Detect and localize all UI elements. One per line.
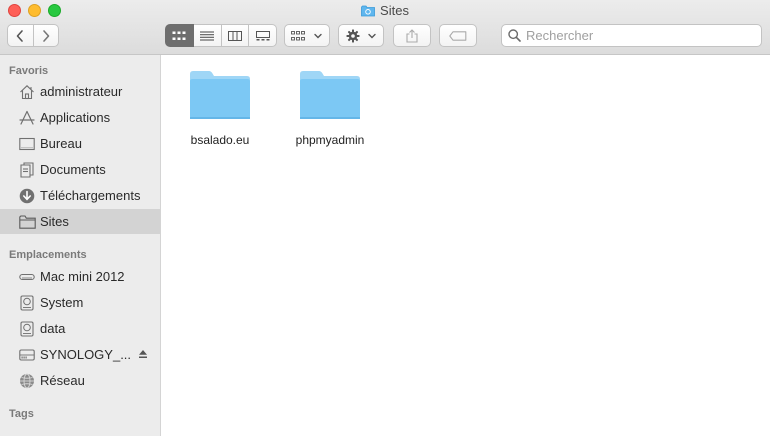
sidebar-item-telechargements[interactable]: Téléchargements [0, 183, 160, 208]
sidebar-item-label: data [40, 321, 66, 336]
sidebar-item-label: Bureau [40, 136, 82, 151]
grid-icon [172, 31, 186, 40]
sidebar-item-label: administrateur [40, 84, 123, 99]
chevron-down-icon [367, 33, 376, 38]
eject-icon[interactable] [138, 349, 148, 359]
computer-icon [18, 268, 36, 286]
disk-icon [18, 320, 36, 338]
search-field[interactable] [501, 24, 762, 47]
folder-item-phpmyadmin[interactable]: phpmyadmin [280, 69, 380, 147]
folder-icon [300, 71, 360, 119]
columns-icon [227, 30, 242, 41]
sidebar-item-synology[interactable]: SYNOLOGY_... [0, 342, 160, 367]
sidebar-item-label: Sites [40, 214, 69, 229]
folder-icon [190, 71, 250, 119]
disk-icon [18, 294, 36, 312]
share-icon [406, 28, 418, 43]
sidebar-item-label: Applications [40, 110, 111, 125]
folder-icon [18, 213, 36, 231]
home-icon [18, 83, 36, 101]
sidebar-item-label: Réseau [40, 373, 85, 388]
chevron-left-icon [16, 29, 24, 42]
file-name: bsalado.eu [190, 133, 250, 147]
sidebar-item-documents[interactable]: Documents [0, 157, 160, 182]
folder-icon [361, 5, 375, 17]
sidebar-item-label: Documents [40, 162, 106, 177]
sidebar-item-reseau[interactable]: Réseau [0, 368, 160, 393]
navigation-buttons [7, 24, 59, 47]
column-view-button[interactable] [221, 24, 250, 47]
section-title-tags: Tags [9, 408, 34, 420]
download-icon [18, 187, 36, 205]
view-mode-selector [165, 24, 277, 47]
server-icon [18, 346, 36, 364]
sidebar-item-applications[interactable]: Applications [0, 105, 160, 130]
share-button[interactable] [393, 24, 431, 47]
gear-icon [346, 29, 359, 42]
search-input[interactable] [526, 28, 756, 43]
sidebar-item-bureau[interactable]: Bureau [0, 131, 160, 156]
section-title-favorites: Favoris [9, 65, 49, 77]
section-title-locations: Emplacements [9, 249, 87, 261]
file-browser: bsalado.eu phpmyadmin [162, 55, 770, 436]
sidebar-item-label: Mac mini 2012 [40, 269, 125, 284]
forward-button[interactable] [33, 24, 59, 47]
back-button[interactable] [7, 24, 34, 47]
file-name: phpmyadmin [295, 133, 365, 147]
sidebar-item-mac-mini[interactable]: Mac mini 2012 [0, 264, 160, 289]
gallery-view-button[interactable] [249, 24, 277, 47]
toolbar: Sites [0, 0, 770, 55]
gallery-icon [255, 30, 270, 40]
chevron-right-icon [42, 29, 50, 42]
document-icon [18, 161, 36, 179]
list-view-button[interactable] [193, 24, 222, 47]
search-icon [508, 29, 521, 42]
group-by-button[interactable] [284, 24, 330, 47]
sidebar-item-label: SYNOLOGY_... [40, 347, 132, 362]
action-menu-button[interactable] [338, 24, 384, 47]
window-title: Sites [0, 2, 770, 20]
network-icon [18, 372, 36, 390]
list-icon [200, 30, 215, 41]
applications-icon [18, 109, 36, 127]
finder-window: Sites Rechercher Favoris administrateur … [0, 0, 770, 436]
chevron-down-icon [314, 33, 322, 38]
icon-view-button[interactable] [165, 24, 194, 47]
tag-icon [449, 30, 467, 41]
window-title-text: Sites [380, 3, 409, 18]
sidebar-item-system[interactable]: System [0, 290, 160, 315]
folder-item-bsalado[interactable]: bsalado.eu [170, 69, 270, 147]
desktop-icon [18, 135, 36, 153]
sidebar: Favoris administrateur Applications Bure… [0, 55, 161, 436]
sidebar-item-label: Téléchargements [40, 188, 141, 203]
sidebar-item-administrateur[interactable]: administrateur [0, 79, 160, 104]
sidebar-item-data[interactable]: data [0, 316, 160, 341]
sidebar-item-sites[interactable]: Sites [0, 209, 160, 234]
group-grid-icon [291, 30, 305, 40]
tag-button[interactable] [439, 24, 477, 47]
sidebar-item-label: System [40, 295, 84, 310]
